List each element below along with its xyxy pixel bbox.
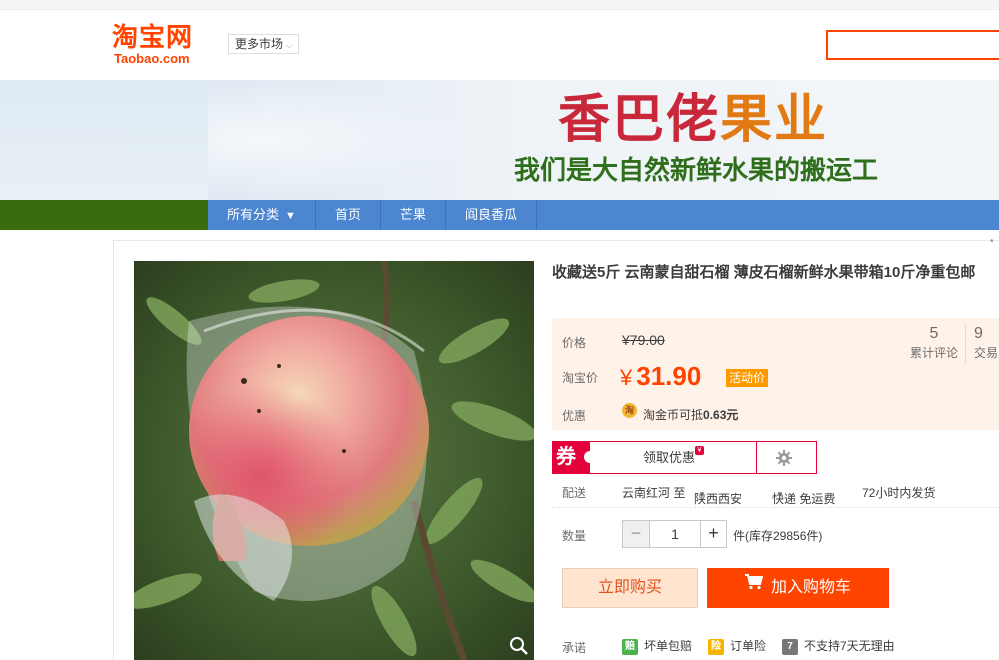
quantity-plus-button[interactable]: + bbox=[700, 521, 726, 547]
triangle-down-icon: ▼ bbox=[285, 210, 296, 222]
nav-item-label: 芒果 bbox=[399, 207, 426, 222]
price-panel: 价格 ¥79.00 淘宝价 ¥31.90 活动价 优惠 淘 淘金币可抵0.63元… bbox=[552, 318, 999, 430]
promise-item-damage[interactable]: 赔坏单包赔 bbox=[622, 637, 692, 655]
site-header: 淘宝网 Taobao.com 更多市场 ⌵ bbox=[0, 10, 999, 80]
review-count-number: 5 bbox=[929, 325, 939, 342]
promise-item-label: 不支持7天无理由 bbox=[804, 639, 895, 653]
taobao-coin-icon: 淘 bbox=[622, 403, 637, 418]
coin-amount: 0.63元 bbox=[703, 408, 739, 422]
get-coupon-label: 领取优惠 bbox=[642, 450, 695, 465]
chevron-down-icon: ⌵ bbox=[286, 41, 293, 50]
yen-badge-icon: ¥ bbox=[695, 446, 704, 455]
shop-brand-title: 香巴佬果业 bbox=[558, 88, 828, 152]
top-strip bbox=[0, 0, 999, 10]
search-input[interactable] bbox=[826, 30, 999, 60]
nav-left-block bbox=[0, 200, 208, 230]
more-markets-label: 更多市场 bbox=[235, 37, 284, 51]
banner-background: 香巴佬果业 我们是大自然新鲜水果的搬运工 bbox=[208, 80, 999, 200]
dispatch-time: 72小时内发货 bbox=[862, 486, 936, 500]
shop-nav: 所有分类 ▼ 首页 芒果 阎良香瓜 bbox=[0, 200, 999, 230]
original-price-label: 价格 bbox=[562, 336, 587, 350]
logo-chinese: 淘宝网 bbox=[112, 23, 194, 53]
coupon-badge: 券 bbox=[552, 441, 596, 474]
trade-count-label: 交易 bbox=[974, 346, 999, 360]
promo-price-tag: 活动价 bbox=[726, 369, 769, 387]
nav-item-label: 首页 bbox=[334, 207, 361, 222]
coin-discount-text: 淘金币可抵0.63元 bbox=[643, 406, 738, 423]
shop-slogan: 我们是大自然新鲜水果的搬运工 bbox=[514, 156, 879, 186]
coin-text-prefix: 淘金币可抵 bbox=[643, 408, 704, 422]
banner-decoration bbox=[208, 80, 468, 200]
get-coupon-button[interactable]: 领取优惠 ¥ bbox=[591, 442, 757, 473]
quantity-stepper: − + bbox=[622, 520, 727, 548]
add-to-cart-button[interactable]: 加入购物车 bbox=[707, 568, 889, 608]
quantity-minus-button[interactable]: − bbox=[623, 521, 650, 547]
more-markets-dropdown[interactable]: 更多市场 ⌵ bbox=[228, 34, 300, 54]
brand-name-orange: 果业 bbox=[720, 90, 829, 150]
promise-item-insurance[interactable]: 险订单险 bbox=[708, 637, 766, 655]
logo-english: Taobao.com bbox=[114, 51, 190, 66]
insurance-icon: 险 bbox=[708, 638, 724, 655]
taobao-price-label: 淘宝价 bbox=[562, 371, 599, 385]
promise-label: 承诺 bbox=[562, 641, 587, 655]
shipping-label: 配送 bbox=[562, 486, 587, 500]
caret-down-icon: ▼ bbox=[776, 490, 784, 499]
nav-item-label: 阎良香瓜 bbox=[464, 207, 517, 222]
nav-item-label: 所有分类 bbox=[227, 207, 280, 222]
stat-divider bbox=[965, 324, 966, 364]
quantity-label: 数量 bbox=[562, 529, 587, 543]
zoom-icon[interactable] bbox=[509, 636, 529, 656]
shipping-origin: 云南红河 至 bbox=[622, 486, 686, 500]
brand-name-red: 香巴佬 bbox=[558, 90, 721, 150]
corner-icon: • bbox=[990, 236, 994, 247]
nav-melon[interactable]: 阎良香瓜 bbox=[446, 200, 537, 230]
cart-icon bbox=[744, 566, 764, 606]
currency-symbol: ¥ bbox=[620, 365, 633, 390]
shipping-row: 配送 云南红河 至 陕西西安 ▼ 快递 免运费 ▼ 72小时内发货 bbox=[552, 478, 999, 508]
shop-banner: 香巴佬果业 我们是大自然新鲜水果的搬运工 bbox=[0, 80, 999, 200]
taobao-price-value: 31.90 bbox=[636, 361, 702, 391]
nav-home[interactable]: 首页 bbox=[316, 200, 381, 230]
gear-icon[interactable] bbox=[775, 449, 793, 467]
pomegranate-image bbox=[134, 261, 534, 660]
trade-count[interactable]: 9 交易 bbox=[970, 324, 999, 362]
product-title: 收藏送5斤 云南蒙自甜石榴 薄皮石榴新鲜水果带箱10斤净重包邮 bbox=[552, 264, 976, 281]
original-price: ¥79.00 bbox=[622, 332, 665, 348]
nav-all-categories[interactable]: 所有分类 ▼ bbox=[208, 200, 316, 230]
buy-now-button[interactable]: 立即购买 bbox=[562, 568, 698, 608]
taobao-price: ¥31.90 bbox=[620, 360, 701, 394]
quantity-input[interactable] bbox=[650, 521, 700, 547]
promise-item-no-return[interactable]: 7 不支持7天无理由 bbox=[782, 637, 895, 655]
discount-label: 优惠 bbox=[562, 409, 587, 423]
promise-item-label: 订单险 bbox=[730, 639, 767, 653]
stock-info: 件(库存29856件) bbox=[733, 529, 823, 543]
nav-bar: 所有分类 ▼ 首页 芒果 阎良香瓜 bbox=[208, 200, 999, 230]
caret-down-icon: ▼ bbox=[698, 490, 706, 499]
add-to-cart-label: 加入购物车 bbox=[770, 579, 851, 596]
product-main-image[interactable] bbox=[134, 261, 534, 660]
review-count[interactable]: 5 累计评论 bbox=[904, 324, 964, 362]
shield-icon: 赔 bbox=[622, 638, 638, 655]
seven-day-icon: 7 bbox=[782, 638, 798, 655]
trade-count-number: 9 bbox=[974, 325, 983, 342]
nav-mango[interactable]: 芒果 bbox=[381, 200, 446, 230]
taobao-logo[interactable]: 淘宝网 Taobao.com bbox=[112, 24, 212, 68]
review-count-label: 累计评论 bbox=[909, 346, 958, 360]
coupon-bar: 券 领取优惠 ¥ bbox=[552, 441, 817, 474]
promise-item-label: 坏单包赔 bbox=[644, 639, 693, 653]
